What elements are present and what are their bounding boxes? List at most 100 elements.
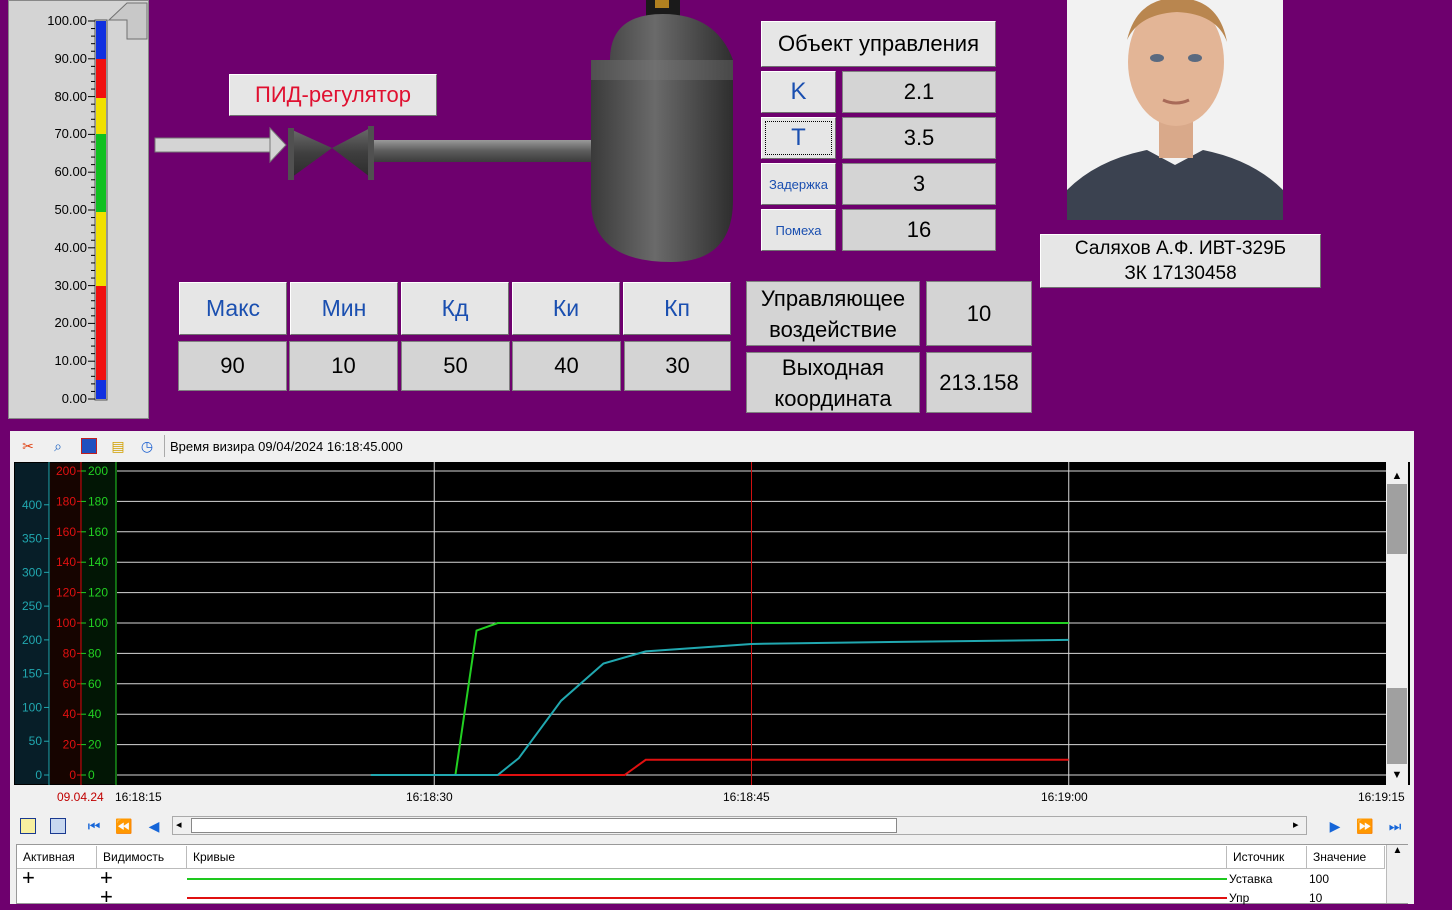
table-scrollbar[interactable]: ▲: [1386, 845, 1408, 903]
axis-teal-label: 150: [22, 667, 42, 681]
row2-visible[interactable]: +: [100, 884, 113, 910]
axis-red-label: 180: [56, 494, 76, 508]
axis-red-label: 80: [63, 646, 77, 660]
axis-teal-label: 400: [22, 498, 42, 512]
k-button[interactable]: K: [761, 71, 836, 113]
kp-button[interactable]: Кп: [623, 282, 731, 335]
object-title: Объект управления: [761, 21, 996, 67]
axis-red-label: 160: [56, 525, 76, 539]
gauge-pointer[interactable]: [107, 2, 148, 40]
axis-teal-label: 200: [22, 633, 42, 647]
v-scroll-thumb-top[interactable]: [1387, 484, 1407, 554]
scroll-down-icon[interactable]: ▼: [1392, 769, 1403, 781]
axis-teal-label: 100: [22, 700, 42, 714]
row2-source: Упр: [1229, 891, 1250, 905]
axis-red-label: 20: [63, 738, 77, 752]
clock-icon[interactable]: ◷: [137, 436, 157, 456]
gauge-label: 40.00: [54, 239, 87, 255]
gauge-label: 100.00: [47, 13, 87, 28]
x-label-0: 16:18:15: [115, 790, 162, 804]
nav-fast-forward-icon[interactable]: ⏩: [1355, 816, 1375, 836]
tank-icon: [591, 0, 733, 262]
author-record: ЗК 17130458: [1124, 263, 1237, 284]
table-view-icon[interactable]: [18, 816, 38, 836]
kd-value[interactable]: 50: [401, 341, 510, 391]
h-scroll-right-icon[interactable]: ▸: [1293, 818, 1299, 831]
gauge-label: 20.00: [54, 315, 87, 331]
row2-value: 10: [1309, 891, 1323, 905]
sight-time: Время визира 09/04/2024 16:18:45.000: [164, 435, 403, 457]
inlet-arrow-icon: [154, 126, 287, 164]
h-scroll-thumb[interactable]: [191, 818, 897, 833]
ki-button[interactable]: Ки: [512, 282, 620, 335]
list-view-icon[interactable]: [48, 816, 68, 836]
row1-value: 100: [1309, 872, 1330, 886]
row1-active[interactable]: +: [22, 865, 35, 891]
axis-teal-label: 350: [22, 532, 42, 546]
gauge-label: 50.00: [54, 202, 87, 217]
min-value[interactable]: 10: [289, 341, 398, 391]
kd-button[interactable]: Кд: [401, 282, 509, 335]
row1-source: Уставка: [1229, 872, 1273, 886]
delay-button[interactable]: Задержка: [761, 163, 836, 205]
t-button[interactable]: T: [761, 117, 836, 159]
axis-teal-label: 300: [22, 565, 42, 579]
control-value: 10: [926, 281, 1032, 346]
nav-back-icon[interactable]: ◀: [144, 816, 164, 836]
max-value[interactable]: 90: [178, 341, 287, 391]
max-button[interactable]: Макс: [179, 282, 287, 335]
nav-first-icon[interactable]: ⏮: [84, 816, 104, 836]
axis-green-label: 0: [88, 768, 95, 782]
valve-icon[interactable]: [288, 126, 374, 180]
h-scroll-left-icon[interactable]: ◂: [176, 818, 182, 831]
nav-last-icon[interactable]: ⏭: [1385, 816, 1405, 836]
axis-green-label: 160: [88, 525, 108, 539]
author-name: Саляхов А.Ф. ИВТ-329Б: [1074, 238, 1287, 259]
min-button[interactable]: Мин: [290, 282, 398, 335]
kp-value[interactable]: 30: [624, 341, 731, 391]
level-gauge: 100.00 90.00 80.00 70.00 60.00 50.00 40.00 30.0…: [8, 0, 149, 419]
nav-forward-icon[interactable]: ▶: [1325, 816, 1345, 836]
noise-value[interactable]: 16: [842, 209, 996, 251]
trend-panel: ✂ ⌕ ▤ ◷ Время визира 09/04/2024 16:18:45…: [10, 431, 1414, 909]
col-curves[interactable]: Кривые: [187, 846, 1227, 868]
row2-curve-line: [187, 897, 1227, 899]
x-label-3: 16:19:00: [1041, 790, 1088, 804]
axis-green-label: 100: [88, 616, 108, 630]
gauge-label: 30.00: [54, 277, 87, 293]
scroll-up-icon[interactable]: ▲: [1392, 470, 1403, 482]
chart-settings-icon[interactable]: [79, 436, 99, 456]
v-scroll-thumb-bottom[interactable]: [1387, 688, 1407, 764]
axis-green-label: 180: [88, 494, 108, 508]
zoom-icon[interactable]: ⌕: [48, 436, 68, 456]
h-scrollbar[interactable]: ◂ ▸: [172, 816, 1307, 835]
export-icon[interactable]: ▤: [108, 436, 128, 456]
col-value[interactable]: Значение: [1307, 846, 1385, 868]
axis-red-label: 40: [63, 707, 77, 721]
control-label: Управляющее воздействие: [746, 281, 920, 346]
axis-red-label: 0: [69, 768, 76, 782]
trend-chart[interactable]: 4003503002502001501005002001801601401201…: [14, 462, 1410, 785]
axis-red-label: 60: [63, 677, 77, 691]
process-diagram: [154, 0, 733, 262]
delay-value[interactable]: 3: [842, 163, 996, 205]
table-scroll-up-icon[interactable]: ▲: [1387, 845, 1408, 856]
gauge-label: 70.00: [54, 126, 87, 142]
scissors-icon[interactable]: ✂: [18, 436, 38, 456]
x-start-date: 09.04.24: [57, 790, 104, 804]
k-value[interactable]: 2.1: [842, 71, 996, 113]
noise-button[interactable]: Помеха: [761, 209, 836, 251]
gauge-label: 80.00: [54, 88, 87, 104]
axis-teal-label: 0: [35, 768, 42, 782]
t-value[interactable]: 3.5: [842, 117, 996, 159]
axis-red-label: 100: [56, 616, 76, 630]
axis-green-label: 120: [88, 586, 108, 600]
ki-value[interactable]: 40: [512, 341, 621, 391]
gauge-label: 10.00: [54, 353, 87, 369]
pid-regulator-label: ПИД-регулятор: [229, 74, 437, 116]
nav-fast-back-icon[interactable]: ⏪: [114, 816, 134, 836]
row1-curve-line: [187, 878, 1227, 880]
axis-red-label: 200: [56, 464, 76, 478]
col-source[interactable]: Источник: [1227, 846, 1307, 868]
gauge-label: 90.00: [54, 50, 87, 66]
